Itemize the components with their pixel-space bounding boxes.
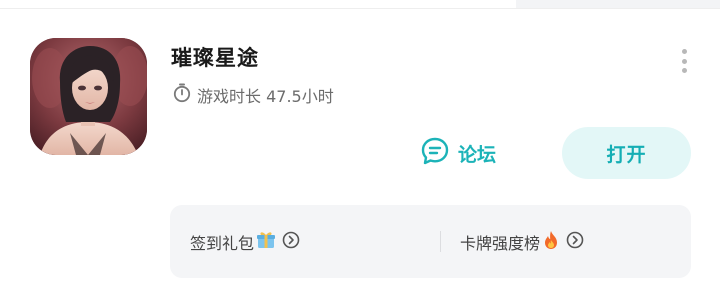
- card-ranking-label: 卡牌强度榜: [460, 233, 541, 253]
- playtime-row: 游戏时长 47.5小时: [173, 83, 334, 107]
- sign-in-gift-link[interactable]: 签到礼包: [190, 205, 300, 278]
- gift-icon: [256, 230, 276, 254]
- sign-in-gift-label: 签到礼包: [190, 233, 255, 253]
- quick-links-divider: [440, 231, 441, 252]
- open-button[interactable]: 打开: [562, 127, 691, 179]
- game-card[interactable]: 璀璨星途 游戏时长 47.5小时 论坛 打开 签到礼包 卡牌强度榜: [0, 9, 720, 293]
- game-title: 璀璨星途: [171, 46, 259, 70]
- chat-bubble-icon: [420, 136, 450, 171]
- forum-button[interactable]: 论坛: [420, 135, 496, 171]
- card-ranking-link[interactable]: 卡牌强度榜: [460, 205, 584, 278]
- forum-label: 论坛: [458, 143, 497, 166]
- more-options-icon[interactable]: [678, 49, 690, 73]
- chevron-right-circle-icon: [282, 231, 300, 253]
- fire-icon: [542, 230, 560, 254]
- top-tab-strip: [516, 0, 720, 8]
- stopwatch-icon: [173, 83, 191, 107]
- chevron-right-circle-icon: [566, 231, 584, 253]
- playtime-label: 游戏时长 47.5小时: [197, 87, 334, 106]
- game-icon-image[interactable]: [30, 38, 147, 155]
- quick-links-panel: 签到礼包 卡牌强度榜: [170, 205, 691, 278]
